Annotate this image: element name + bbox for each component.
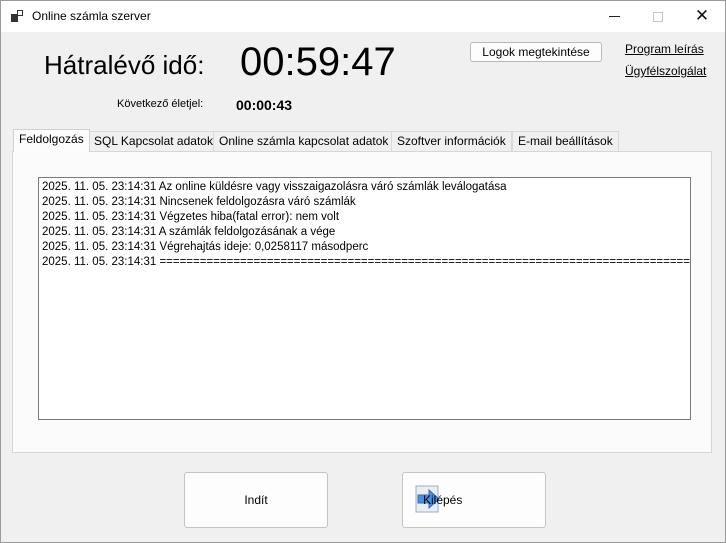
window-title: Online számla szerver [32, 9, 151, 23]
processing-panel: 2025. 11. 05. 23:14:31 Az online küldésr… [12, 151, 712, 453]
view-logs-button[interactable]: Logok megtekintése [470, 42, 602, 62]
minimize-icon [608, 16, 620, 17]
customer-service-link[interactable]: Ügyfélszolgálat [625, 64, 706, 78]
log-line: 2025. 11. 05. 23:14:31 Nincsenek feldolg… [42, 196, 356, 208]
tab-sql-connection[interactable]: SQL Kapcsolat adatok [88, 131, 219, 151]
remaining-time-value: 00:59:47 [240, 40, 396, 84]
tab-processing[interactable]: Feldolgozás [13, 129, 90, 152]
next-heartbeat-value: 00:00:43 [236, 97, 293, 113]
start-button-label: Indít [244, 493, 268, 507]
log-line: 2025. 11. 05. 23:14:31 Végzetes hiba(fat… [42, 211, 340, 223]
title-bar: Online számla szerver ✕ [1, 1, 725, 32]
exit-button[interactable]: Kilépés [402, 472, 546, 528]
close-button[interactable]: ✕ [679, 1, 725, 32]
tab-online-invoice-connection[interactable]: Online számla kapcsolat adatok [213, 131, 395, 151]
log-line: 2025. 11. 05. 23:14:31 Az online küldésr… [42, 181, 507, 193]
program-description-link[interactable]: Program leírás [625, 42, 704, 56]
tab-software-info[interactable]: Szoftver információk [391, 131, 512, 151]
maximize-button[interactable] [635, 1, 681, 32]
log-line: 2025. 11. 05. 23:14:31 =================… [42, 256, 690, 268]
log-line: 2025. 11. 05. 23:14:31 Végrehajtás ideje… [42, 241, 369, 253]
remaining-time-label: Hátralévő idő: [44, 50, 205, 80]
start-button[interactable]: Indít [184, 472, 328, 528]
minimize-button[interactable] [591, 1, 637, 32]
main-content: Hátralévő idő: 00:59:47 Következő életje… [1, 32, 725, 542]
exit-button-label: Kilépés [423, 493, 463, 507]
tab-email-settings[interactable]: E-mail beállítások [512, 131, 619, 151]
log-list[interactable]: 2025. 11. 05. 23:14:31 Az online küldésr… [38, 177, 691, 420]
close-icon: ✕ [694, 6, 710, 26]
log-line: 2025. 11. 05. 23:14:31 A számlák feldolg… [42, 226, 336, 238]
app-icon [11, 10, 23, 22]
next-heartbeat-label: Következő életjel: [117, 98, 204, 110]
maximize-icon [653, 11, 663, 22]
app-window: Online számla szerver ✕ Hátralévő idő: 0… [0, 0, 726, 543]
